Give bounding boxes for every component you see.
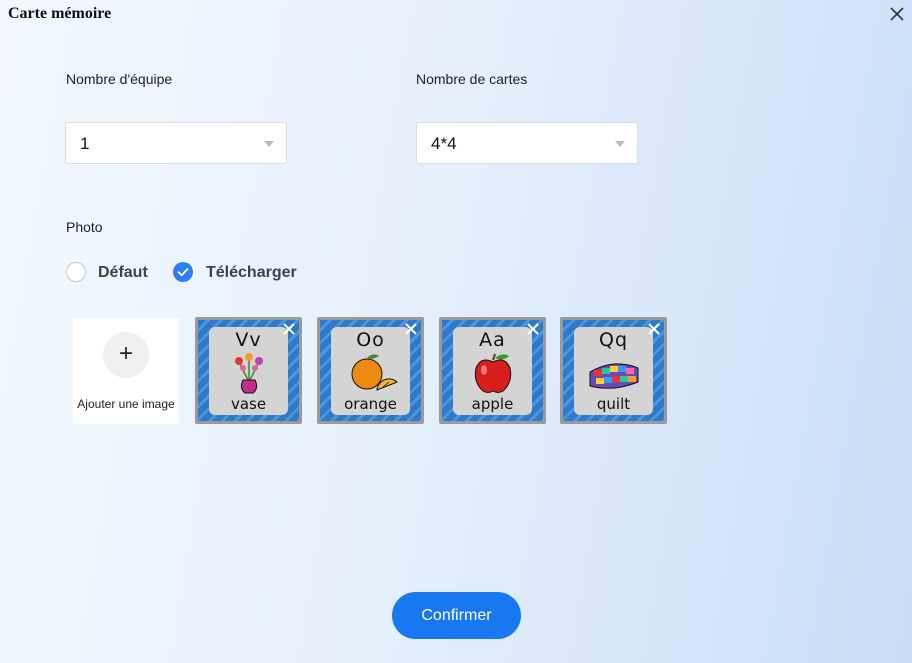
card-letters: Aa [479, 329, 506, 351]
plus-icon: + [103, 332, 149, 378]
uploaded-image-orange[interactable]: Oo orange [317, 317, 424, 424]
add-image-label: Ajouter une image [77, 397, 175, 411]
card-count-label: Nombre de cartes [416, 71, 528, 87]
radio-upload[interactable] [173, 262, 193, 282]
dialog-title: Carte mémoire [8, 5, 112, 22]
card-letters: Oo [356, 329, 385, 351]
uploaded-image-vase[interactable]: Vv vase [195, 317, 302, 424]
close-icon[interactable] [887, 4, 907, 24]
card-word: quilt [596, 395, 631, 413]
card-word: vase [230, 395, 267, 413]
card-count-value: 4*4 [431, 134, 457, 153]
remove-image-icon[interactable] [404, 322, 418, 336]
chevron-down-icon [615, 141, 625, 147]
add-image-button[interactable]: + Ajouter une image [73, 318, 179, 424]
remove-image-icon[interactable] [526, 322, 540, 336]
vase-flowers-icon [235, 353, 263, 394]
remove-image-icon[interactable] [647, 322, 661, 336]
check-icon [177, 268, 189, 277]
card-letters: Qq [598, 329, 628, 351]
team-count-label: Nombre d'équipe [66, 71, 173, 87]
remove-image-icon[interactable] [282, 322, 296, 336]
card-letters: Vv [235, 329, 262, 351]
uploaded-image-quilt[interactable]: Qq quilt [560, 317, 667, 424]
radio-default[interactable] [66, 262, 86, 282]
uploaded-image-apple[interactable]: Aa apple [439, 317, 546, 424]
card-word: apple [471, 395, 514, 413]
radio-default-label[interactable]: Défaut [98, 264, 148, 282]
card-count-select[interactable]: 4*4 [416, 122, 638, 164]
chevron-down-icon [264, 141, 274, 147]
team-count-select[interactable]: 1 [65, 122, 287, 164]
photo-label: Photo [66, 219, 103, 235]
orange-icon [351, 354, 398, 391]
apple-icon [474, 353, 512, 393]
card-word: orange [344, 395, 397, 413]
radio-upload-label[interactable]: Télécharger [206, 264, 297, 282]
confirm-button[interactable]: Confirmer [392, 592, 521, 639]
team-count-value: 1 [80, 134, 90, 153]
quilt-icon [589, 363, 639, 389]
